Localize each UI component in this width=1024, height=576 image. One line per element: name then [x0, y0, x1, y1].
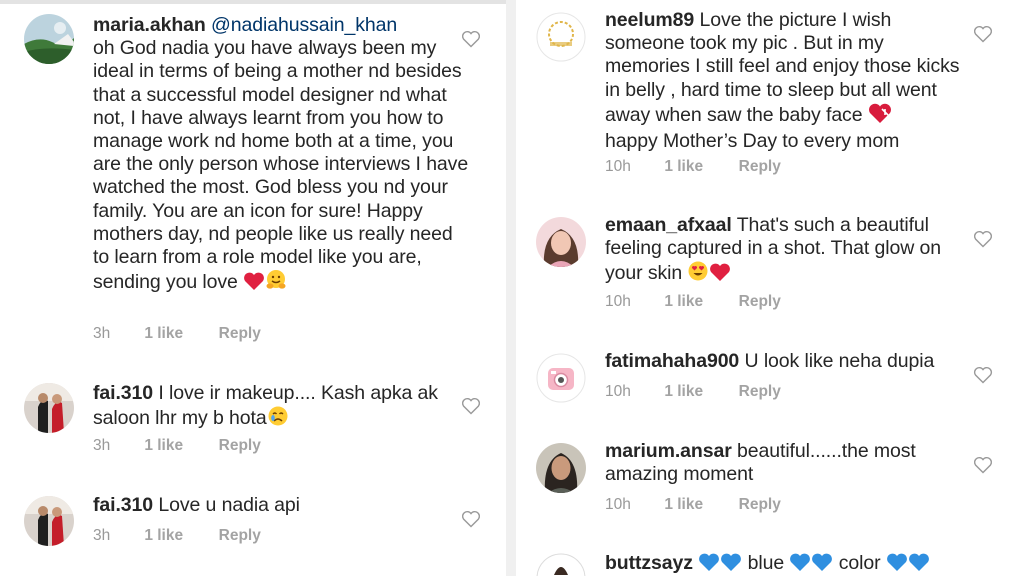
likes-count[interactable]: 1 like — [664, 496, 734, 514]
mention-link[interactable]: @nadiahussain_khan — [211, 14, 397, 36]
comment-meta: 3h 1 like Reply — [93, 325, 261, 343]
comment-time: 3h — [93, 437, 111, 454]
column-divider — [506, 0, 516, 576]
likes-count[interactable]: 1 like — [144, 527, 214, 545]
mending-heart-icon — [868, 102, 892, 130]
reply-button[interactable]: Reply — [219, 325, 261, 343]
comments-column-left: maria.akhan @nadiahussain_khan oh God na… — [0, 0, 506, 576]
reply-button[interactable]: Reply — [739, 383, 781, 401]
username-link[interactable]: marium.ansar — [605, 440, 732, 462]
comment-text: fai.310 Love u nadia api — [93, 494, 463, 517]
like-heart-icon[interactable] — [461, 510, 481, 528]
likes-count[interactable]: 1 like — [664, 158, 734, 176]
username-link[interactable]: fai.310 — [93, 494, 153, 516]
comment-body: Love u nadia api — [158, 494, 300, 516]
blue-heart-icon — [698, 552, 720, 576]
blue-heart-icon — [908, 552, 930, 576]
comment-time: 3h — [93, 527, 111, 544]
comment-time: 3h — [93, 325, 111, 342]
avatar[interactable] — [24, 383, 74, 433]
username-link[interactable]: maria.akhan — [93, 14, 206, 36]
reply-button[interactable]: Reply — [219, 527, 261, 545]
comment-meta: 10h 1 like Reply — [605, 158, 781, 176]
like-heart-icon[interactable] — [973, 456, 993, 474]
blue-heart-icon — [789, 552, 811, 576]
username-link[interactable]: fatimahaha900 — [605, 350, 739, 372]
comment-body: U look like neha dupia — [744, 350, 935, 372]
comment-text: emaan_afxaal That's such a beautiful fee… — [605, 214, 965, 289]
reply-button[interactable]: Reply — [739, 496, 781, 514]
comment-text: marium.ansar beautiful......the most ama… — [605, 440, 965, 486]
likes-count[interactable]: 1 like — [144, 437, 214, 455]
like-heart-icon[interactable] — [973, 25, 993, 43]
comment-body-part: blue — [747, 552, 785, 574]
comment-time: 10h — [605, 293, 631, 310]
comment-meta: 3h 1 like Reply — [93, 527, 261, 545]
reply-button[interactable]: Reply — [739, 158, 781, 176]
comment-body: oh God nadia you have always been my ide… — [93, 37, 469, 294]
likes-count[interactable]: 1 like — [664, 293, 734, 311]
username-link[interactable]: emaan_afxaal — [605, 214, 732, 236]
comment-time: 10h — [605, 496, 631, 513]
like-heart-icon[interactable] — [973, 230, 993, 248]
comment-body-line2: happy Mother’s Day to every mom — [605, 130, 900, 153]
comment-meta: 3h 1 like Reply — [93, 437, 261, 455]
like-heart-icon[interactable] — [461, 397, 481, 415]
like-heart-icon[interactable] — [973, 366, 993, 384]
comment-body-part: color — [838, 552, 881, 574]
comment-meta: 10h 1 like Reply — [605, 383, 781, 401]
avatar[interactable] — [536, 353, 586, 403]
crying-face-icon — [267, 405, 289, 433]
avatar[interactable] — [536, 12, 586, 62]
username-link[interactable]: fai.310 — [93, 382, 153, 404]
username-link[interactable]: neelum89 — [605, 9, 694, 31]
like-heart-icon[interactable] — [461, 30, 481, 48]
blue-heart-icon — [811, 552, 833, 576]
red-heart-icon — [709, 262, 731, 288]
comment-meta: 10h 1 like Reply — [605, 293, 781, 311]
blue-heart-icon — [886, 552, 908, 576]
comment-text: buttzsayz blue color — [605, 552, 985, 576]
hugging-face-icon — [265, 269, 287, 297]
red-heart-icon — [243, 271, 265, 297]
blue-heart-icon — [720, 552, 742, 576]
comment-meta: 10h 1 like Reply — [605, 496, 781, 514]
reply-button[interactable]: Reply — [739, 293, 781, 311]
avatar[interactable] — [24, 496, 74, 546]
username-link[interactable]: buttzsayz — [605, 552, 693, 574]
heart-eyes-face-icon — [687, 260, 709, 288]
comment-time: 10h — [605, 383, 631, 400]
avatar[interactable] — [536, 217, 586, 267]
reply-button[interactable]: Reply — [219, 437, 261, 455]
comment-text: fai.310 I love ir makeup.... Kash apka a… — [93, 382, 463, 433]
avatar[interactable] — [536, 443, 586, 493]
avatar[interactable] — [24, 14, 74, 64]
likes-count[interactable]: 1 like — [144, 325, 214, 343]
comment-text: fatimahaha900 U look like neha dupia — [605, 350, 965, 373]
comment-time: 10h — [605, 158, 631, 175]
likes-count[interactable]: 1 like — [664, 383, 734, 401]
comments-column-right: neelum89 Love the picture I wish someone… — [516, 0, 1024, 576]
comment-text: neelum89 Love the picture I wish someone… — [605, 9, 965, 153]
comment-text: maria.akhan @nadiahussain_khan oh God na… — [93, 14, 473, 297]
avatar[interactable] — [536, 553, 586, 576]
